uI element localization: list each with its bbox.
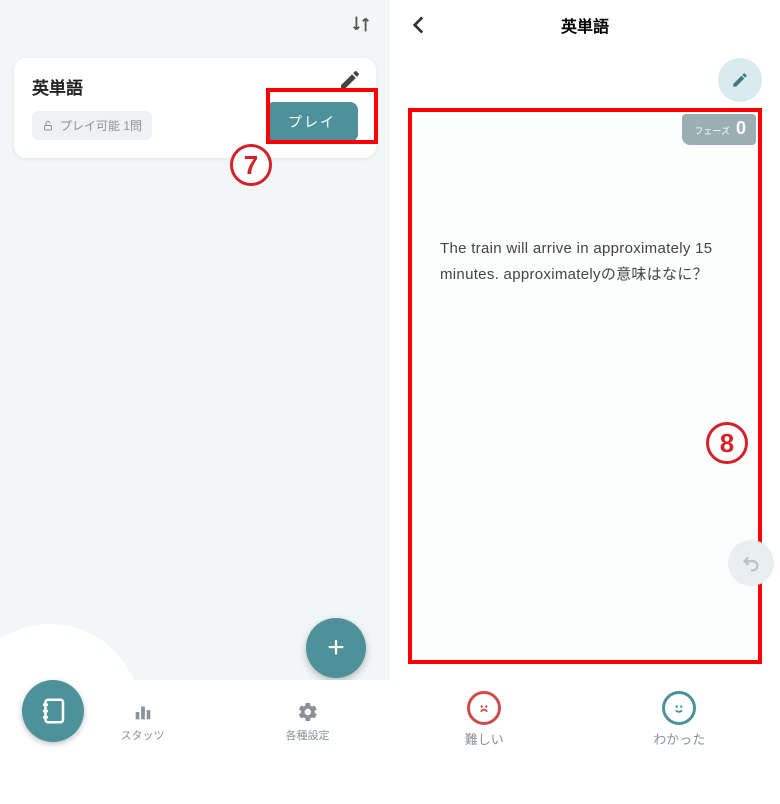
- undo-button[interactable]: [728, 540, 774, 586]
- answer-bar: 難しい わかった: [390, 674, 780, 764]
- answer-ok-button[interactable]: わかった: [653, 691, 705, 748]
- answer-hard-button[interactable]: 難しい: [465, 691, 504, 748]
- bars-icon: [132, 701, 154, 723]
- nav-decks-button[interactable]: [22, 680, 84, 742]
- badge-text: プレイ可能 1問: [60, 117, 142, 134]
- question-text: The train will arrive in approximately 1…: [440, 236, 730, 287]
- nav-settings-label: 各種設定: [286, 727, 330, 743]
- phase-badge: フェーズ 0: [682, 114, 756, 145]
- nav-stats-label: スタッツ: [121, 727, 165, 743]
- annotation-callout-7: 7: [230, 144, 272, 186]
- sort-icon[interactable]: [350, 13, 372, 35]
- smile-icon: [662, 691, 696, 725]
- hard-label: 難しい: [465, 729, 504, 748]
- add-deck-button[interactable]: +: [306, 618, 366, 678]
- nav-stats[interactable]: スタッツ: [121, 701, 165, 743]
- topbar: [0, 0, 390, 48]
- edit-card-button[interactable]: [718, 58, 762, 102]
- frown-icon: [467, 691, 501, 725]
- back-button[interactable]: [406, 12, 432, 38]
- annotation-callout-8: 8: [706, 422, 748, 464]
- gear-icon: [297, 701, 319, 723]
- page-title: 英単語: [561, 13, 609, 37]
- phase-value: 0: [736, 118, 746, 139]
- flashcard[interactable]: フェーズ 0 The train will arrive in approxim…: [408, 108, 762, 664]
- nav-settings[interactable]: 各種設定: [286, 701, 330, 743]
- unlock-icon: [42, 120, 54, 132]
- undo-icon: [740, 552, 762, 574]
- pencil-icon: [731, 71, 749, 89]
- annotation-highlight-box: [266, 88, 378, 144]
- ok-label: わかった: [653, 729, 705, 748]
- topbar: 英単語: [390, 0, 780, 50]
- phase-label: フェーズ: [694, 124, 730, 137]
- notebook-icon: [38, 696, 68, 726]
- deck-availability-badge: プレイ可能 1問: [32, 111, 152, 140]
- flashcard-screen: 英単語 フェーズ 0 The train will arrive in appr…: [390, 0, 780, 764]
- deck-list-screen: 英単語 プレイ可能 1問 プレイ 7 + スタッツ 各種設定: [0, 0, 390, 764]
